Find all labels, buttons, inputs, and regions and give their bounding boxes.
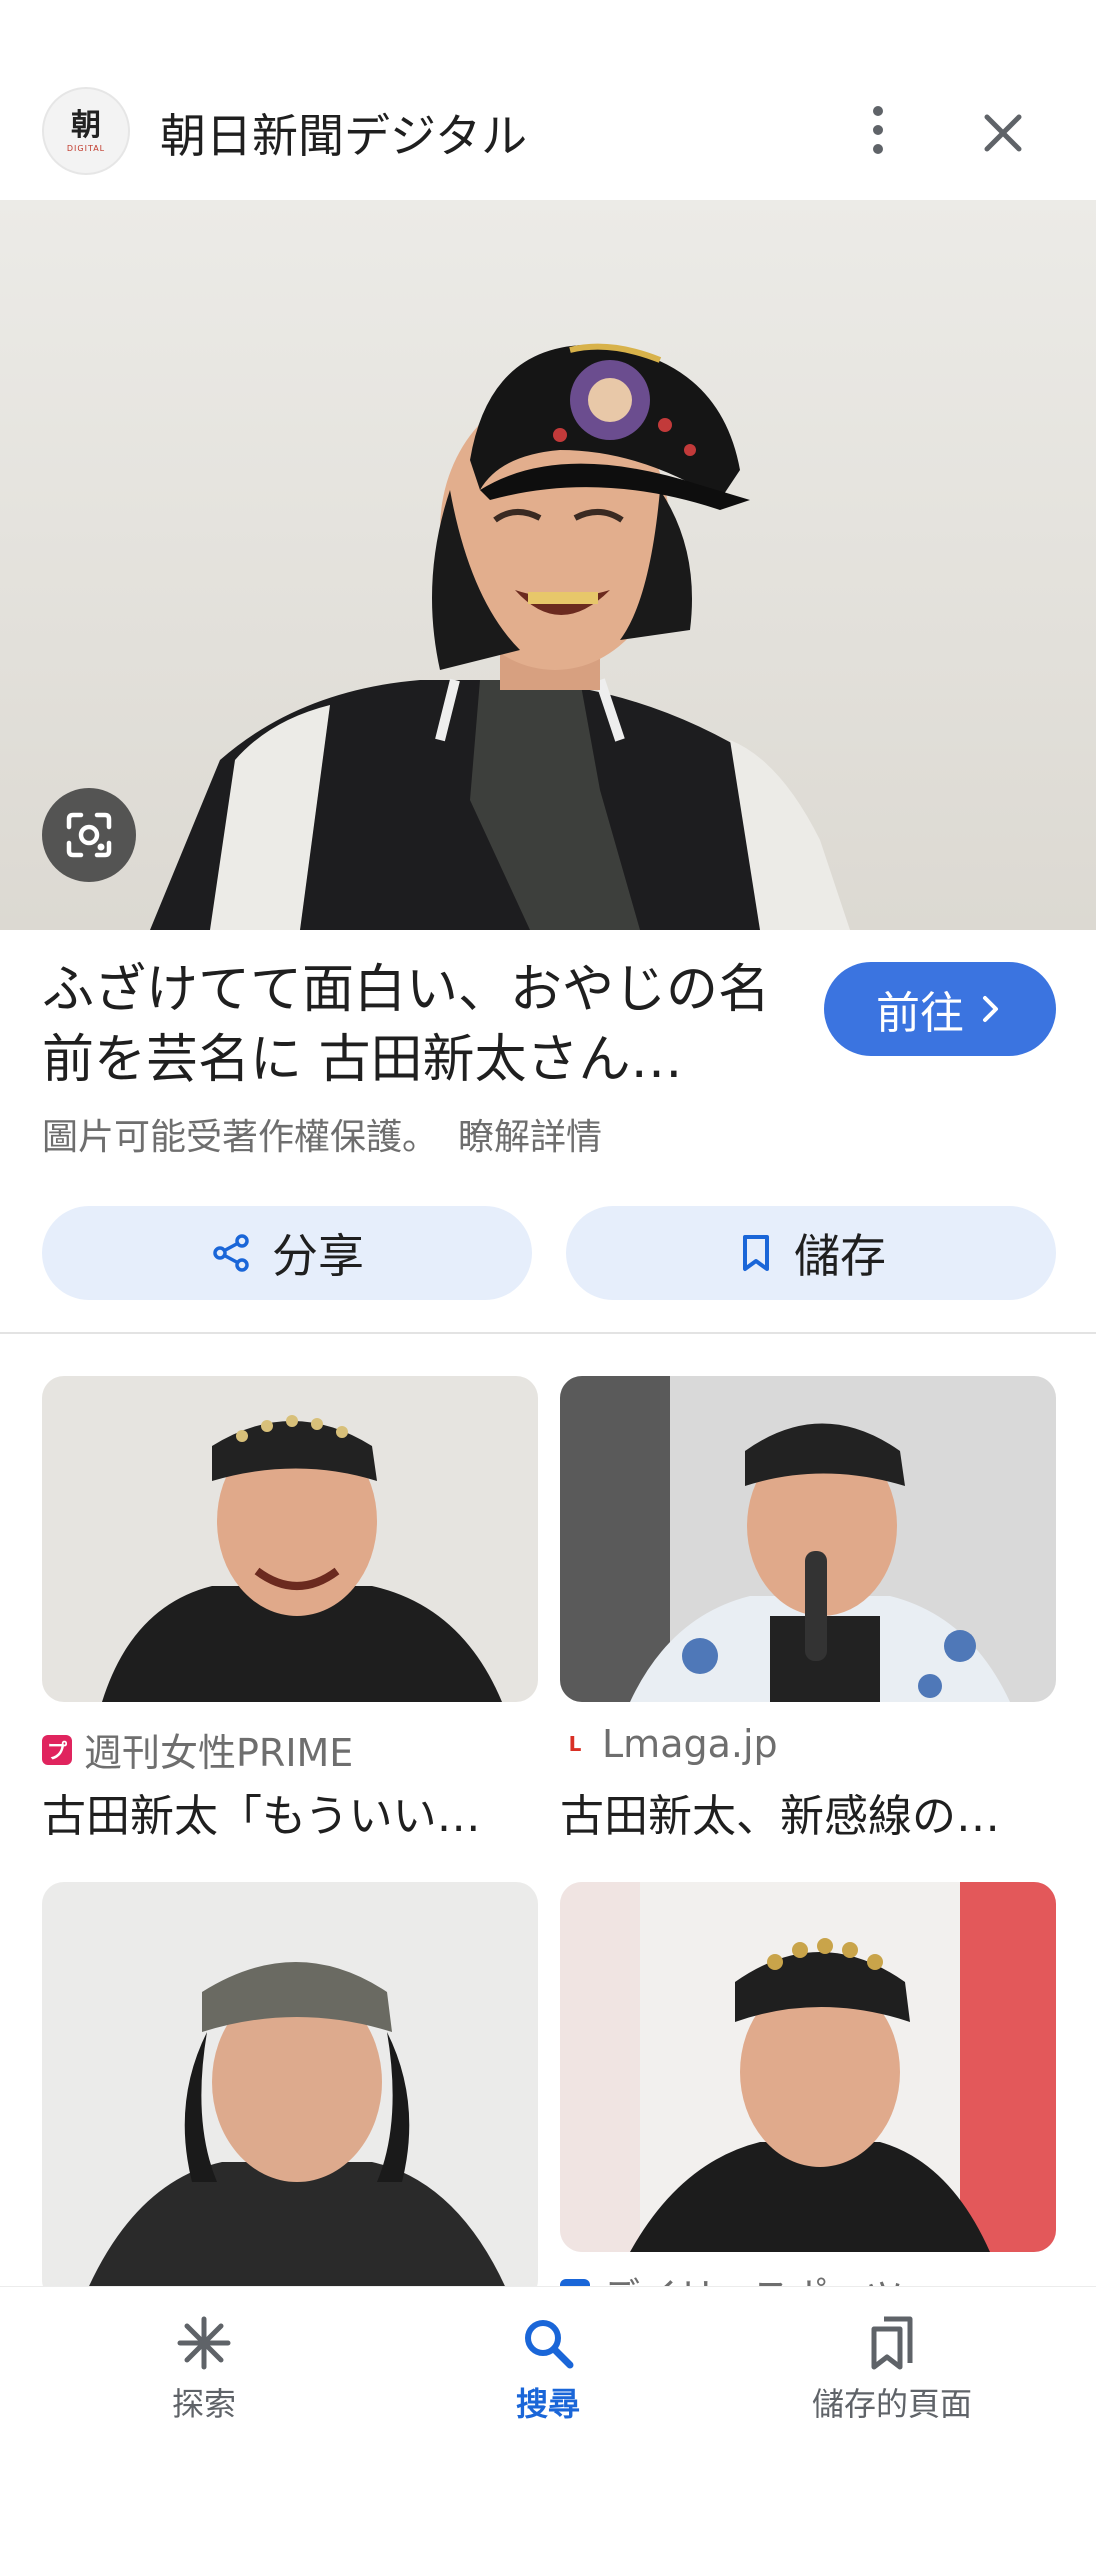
nav-label-search: 搜尋: [515, 2385, 580, 2423]
result-header: 朝 DIGITAL 朝日新聞デジタル: [0, 70, 1096, 200]
google-lens-button[interactable]: [42, 788, 136, 882]
source-name: Lmaga.jp: [602, 1722, 778, 1766]
related-source[interactable]: プ 週刊女性PRIME: [42, 1722, 353, 1777]
related-caption[interactable]: 古田新太「もういい…: [42, 1780, 542, 1844]
related-source[interactable]: L Lmaga.jp: [560, 1722, 778, 1766]
site-name[interactable]: 朝日新聞デジタル: [160, 100, 527, 166]
favicon-icon: プ: [42, 1734, 72, 1765]
search-icon: [525, 2320, 574, 2369]
copyright-notice: 圖片可能受著作權保護。 瞭解詳情: [42, 1108, 602, 1160]
related-image[interactable]: [42, 1882, 538, 2302]
section-divider: [0, 1332, 1096, 1334]
related-caption[interactable]: 古田新太、新感線の…: [560, 1780, 1060, 1844]
nav-label-saved: 儲存的頁面: [811, 2385, 972, 2423]
site-logo[interactable]: 朝 DIGITAL: [42, 87, 130, 175]
asterisk-icon: [177, 2316, 231, 2370]
share-icon: [213, 1234, 249, 1272]
google-lens-icon: [66, 812, 112, 858]
save-label: 儲存: [794, 1229, 886, 1283]
related-image[interactable]: [560, 1882, 1056, 2252]
share-button[interactable]: 分享: [42, 1206, 532, 1300]
close-icon[interactable]: [975, 105, 1031, 161]
learn-more-link[interactable]: 瞭解詳情: [458, 1117, 602, 1158]
nav-item-search[interactable]: 搜尋: [398, 2313, 698, 2425]
nav-label-explore: 探索: [171, 2385, 236, 2423]
logo-sub: DIGITAL: [66, 143, 106, 153]
share-label: 分享: [272, 1229, 364, 1283]
more-options-icon[interactable]: [855, 95, 901, 165]
result-title[interactable]: ふざけてて面白い、おやじの名前を芸名に 古田新太さん…: [42, 955, 802, 1095]
nav-item-explore[interactable]: 探索: [54, 2313, 354, 2425]
chevron-right-icon: [983, 996, 998, 1022]
favicon-icon: L: [560, 1729, 590, 1759]
related-image[interactable]: [42, 1376, 538, 1702]
bottom-navigation: 探索 搜尋 儲存的頁面: [0, 2286, 1096, 2560]
source-name: 週刊女性PRIME: [84, 1731, 354, 1775]
save-button[interactable]: 儲存: [566, 1206, 1056, 1300]
bookmark-icon: [743, 1235, 769, 1271]
hero-image[interactable]: [0, 200, 1096, 930]
visit-button[interactable]: 前往: [824, 962, 1056, 1056]
hero-photo: [0, 200, 1096, 930]
copyright-text: 圖片可能受著作權保護。: [42, 1117, 439, 1158]
bookmarks-icon: [871, 2316, 913, 2370]
logo-glyph: 朝: [71, 107, 101, 143]
nav-item-saved[interactable]: 儲存的頁面: [742, 2313, 1042, 2425]
related-image[interactable]: [560, 1376, 1056, 1702]
visit-label: 前往: [876, 988, 964, 1039]
